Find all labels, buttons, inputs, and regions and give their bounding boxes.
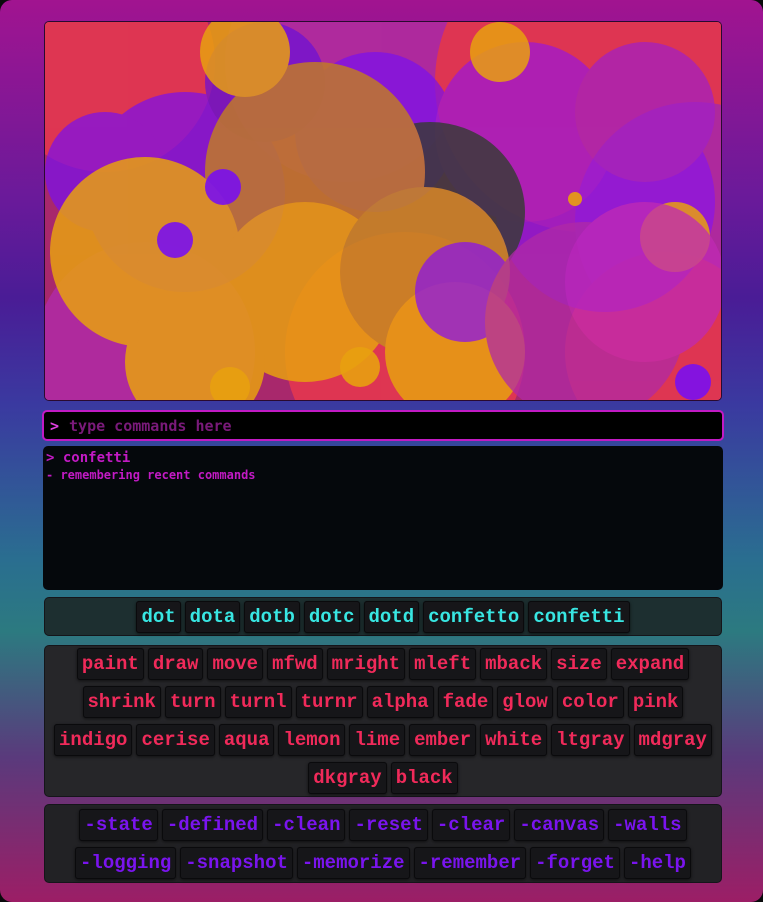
- command-button-mback[interactable]: mback: [480, 648, 548, 680]
- command-button-sys-state[interactable]: -state: [79, 808, 158, 841]
- command-button-sys-memorize[interactable]: -memorize: [296, 846, 410, 879]
- log-line: > confetti: [46, 450, 131, 466]
- command-button-sys-help[interactable]: -help: [623, 846, 691, 879]
- draw-commands-panel: paint draw move mfwd mright mleft mback size exp…: [44, 645, 722, 797]
- command-button-sys-walls[interactable]: -walls: [608, 808, 687, 841]
- command-button-white[interactable]: white: [480, 724, 548, 756]
- command-button-black[interactable]: black: [390, 762, 458, 794]
- command-button-dotd[interactable]: dotd: [363, 600, 420, 633]
- prompt-symbol: >: [50, 416, 60, 435]
- command-button-ember[interactable]: ember: [409, 724, 477, 756]
- command-button-ltgray[interactable]: ltgray: [551, 724, 630, 756]
- command-button-alpha[interactable]: alpha: [366, 686, 434, 718]
- command-button-dotb[interactable]: dotb: [244, 600, 300, 633]
- command-button-sys-logging[interactable]: -logging: [75, 846, 177, 879]
- command-button-glow[interactable]: glow: [497, 686, 553, 718]
- command-button-sys-remember[interactable]: -remember: [413, 846, 527, 879]
- command-button-mleft[interactable]: mleft: [409, 648, 477, 680]
- dot-commands-panel: dot dota dotb dotc dotd confetto confetti: [44, 597, 722, 636]
- command-button-sys-snapshot[interactable]: -snapshot: [180, 846, 293, 879]
- command-button-shrink[interactable]: shrink: [82, 686, 161, 718]
- system-commands-panel: -state -defined -clean -reset -clear -canvas -…: [44, 804, 722, 883]
- command-button-dkgray[interactable]: dkgray: [308, 762, 387, 794]
- confetti-artwork: [45, 22, 721, 400]
- command-button-aqua[interactable]: aqua: [218, 724, 275, 756]
- command-button-expand[interactable]: expand: [610, 648, 690, 680]
- command-button-mdgray[interactable]: mdgray: [633, 724, 712, 756]
- command-button-sys-forget[interactable]: -forget: [530, 846, 620, 879]
- command-button-confetti[interactable]: confetti: [528, 600, 630, 633]
- command-button-turnr[interactable]: turnr: [295, 686, 363, 718]
- command-button-mfwd[interactable]: mfwd: [267, 648, 323, 680]
- command-button-sys-clear[interactable]: -clear: [431, 808, 511, 841]
- command-button-indigo[interactable]: indigo: [54, 724, 133, 756]
- command-button-mright[interactable]: mright: [326, 648, 406, 680]
- command-button-lemon[interactable]: lemon: [278, 724, 346, 756]
- command-button-color[interactable]: color: [556, 686, 624, 718]
- app-frame: > > confetti - remembering recent comman…: [0, 0, 763, 902]
- command-button-dotc[interactable]: dotc: [303, 600, 360, 633]
- command-button-turn[interactable]: turn: [164, 686, 221, 718]
- command-button-turnl[interactable]: turnl: [224, 686, 292, 718]
- command-button-size[interactable]: size: [551, 648, 607, 680]
- command-log: > confetti - remembering recent commands: [43, 446, 723, 590]
- command-input[interactable]: [67, 415, 722, 436]
- command-button-pink[interactable]: pink: [627, 686, 684, 718]
- command-button-sys-canvas[interactable]: -canvas: [514, 808, 605, 841]
- command-button-paint[interactable]: paint: [76, 648, 144, 680]
- command-line[interactable]: >: [42, 410, 724, 441]
- log-line: - remembering recent commands: [46, 468, 256, 482]
- command-button-move[interactable]: move: [207, 648, 264, 680]
- command-button-draw[interactable]: draw: [147, 648, 204, 680]
- command-button-cerise[interactable]: cerise: [136, 724, 215, 756]
- command-button-sys-clean[interactable]: -clean: [267, 808, 346, 841]
- command-button-dot[interactable]: dot: [136, 600, 181, 633]
- command-button-sys-reset[interactable]: -reset: [349, 808, 428, 841]
- command-button-confetto[interactable]: confetto: [423, 600, 525, 633]
- command-button-fade[interactable]: fade: [437, 686, 494, 718]
- command-button-sys-defined[interactable]: -defined: [161, 808, 264, 841]
- command-button-lime[interactable]: lime: [349, 724, 406, 756]
- command-button-dota[interactable]: dota: [184, 600, 241, 633]
- drawing-canvas[interactable]: [44, 21, 722, 401]
